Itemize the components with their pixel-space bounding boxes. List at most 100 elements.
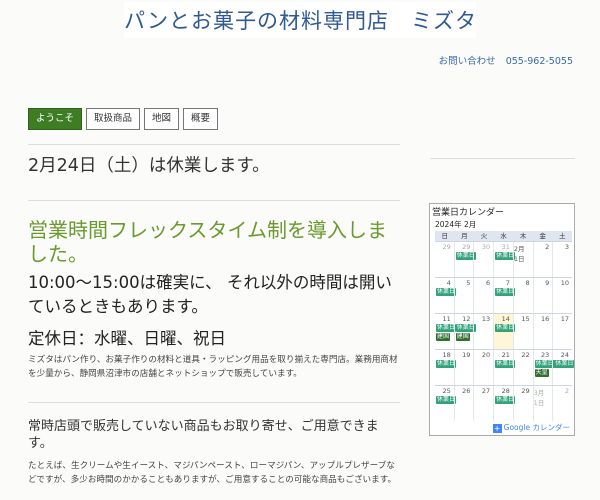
calendar-title: 営業日カレンダー bbox=[432, 208, 505, 218]
calendar-day[interactable]: 3月 1日 bbox=[532, 386, 553, 421]
contact-info: お問い合わせ 055-962-5055 bbox=[439, 53, 573, 67]
day-number: 16 bbox=[541, 315, 550, 323]
calendar-event[interactable]: 休業日 bbox=[554, 360, 575, 368]
day-number: 25 bbox=[442, 387, 451, 395]
calendar-day[interactable]: 27 bbox=[473, 386, 493, 421]
calendar-day[interactable]: 22 bbox=[512, 350, 533, 385]
tab-welcome[interactable]: ようこそ bbox=[28, 108, 83, 130]
weekday-label: 月 bbox=[461, 232, 468, 240]
calendar-event[interactable]: 建国 bbox=[436, 333, 451, 341]
calendar-day[interactable]: 2 bbox=[532, 242, 553, 277]
day-number: 29 bbox=[442, 243, 451, 251]
closed-days-text: 定休日：水曜、日曜、祝日 bbox=[28, 329, 226, 348]
day-number: 2月 1日 bbox=[513, 245, 525, 263]
calendar-event[interactable]: 天皇 bbox=[534, 369, 549, 377]
calendar-day[interactable]: 9 bbox=[532, 278, 553, 313]
weekday-label: 火 bbox=[480, 232, 488, 240]
calendar-day[interactable]: 31 休業日 bbox=[493, 242, 516, 277]
calendar-week: 25 休業日 26 27 28 休業日 29 3月 1日 2 bbox=[435, 385, 572, 421]
divider bbox=[28, 402, 400, 403]
calendar-day[interactable]: 4 休業日 bbox=[435, 278, 457, 313]
calendar-day[interactable]: 7 休業日 bbox=[493, 278, 516, 313]
site-title[interactable]: パンとお菓子の材料専門店 ミズタ bbox=[124, 5, 476, 35]
day-number: 11 bbox=[442, 315, 451, 323]
weekday-label: 金 bbox=[539, 232, 546, 240]
calendar-day[interactable]: 26 bbox=[453, 386, 474, 421]
calendar-day[interactable]: 29 休業日 bbox=[453, 242, 476, 277]
calendar-day[interactable]: 30 bbox=[473, 242, 493, 277]
calendar-day[interactable]: 3 bbox=[552, 242, 572, 277]
business-calendar: 営業日カレンダー 2024年 2月 日月火水木金土 29 29 休業日 30 31 休業日… bbox=[429, 203, 575, 436]
calendar-day[interactable]: 24 休業日 bbox=[552, 350, 575, 385]
calendar-day[interactable]: 12 休業日 建国 bbox=[453, 314, 476, 349]
day-number: 17 bbox=[560, 315, 570, 323]
tab-map[interactable]: 地図 bbox=[144, 108, 180, 130]
calendar-week: 29 29 休業日 30 31 休業日 2月 1日 2 3 bbox=[435, 241, 572, 277]
weekday-label: 木 bbox=[519, 232, 527, 240]
day-number: 23 bbox=[541, 351, 550, 359]
calendar-day[interactable]: 15 bbox=[512, 314, 533, 349]
calendar-day[interactable]: 21 休業日 bbox=[493, 350, 516, 385]
divider bbox=[28, 200, 400, 201]
contact-link[interactable]: お問い合わせ bbox=[439, 56, 496, 67]
tab-overview[interactable]: 概要 bbox=[183, 108, 219, 130]
nav-tabs: ようこそ 取扱商品 地図 概要 bbox=[28, 108, 219, 130]
calendar-day[interactable]: 19 bbox=[453, 350, 474, 385]
tab-products[interactable]: 取扱商品 bbox=[86, 108, 141, 130]
day-number: 2 bbox=[545, 243, 550, 251]
special-order-text: たとえば、生クリームや生イースト、マジパンペースト、ローマジパン、アップルプレザ… bbox=[28, 461, 397, 485]
calendar-month: 2024年 2月 bbox=[435, 220, 477, 229]
day-number: 6 bbox=[486, 279, 491, 287]
calendar-day[interactable]: 25 休業日 bbox=[435, 386, 457, 421]
day-number: 15 bbox=[521, 315, 530, 323]
weekday-header: 日月火水木金土 bbox=[435, 231, 572, 241]
shop-description: ミズタはパン作り、お菓子作りの材料と道具・ラッピング用品を取り揃えた専門店。業務… bbox=[28, 355, 398, 379]
calendar-grid: 日月火水木金土 29 29 休業日 30 31 休業日 2月 1日 2 3 4 休業日 5 6 7 休業日 8… bbox=[435, 231, 575, 421]
calendar-week: 11 休業日 建国 12 休業日 建国 13 14 休業日 15 16 17 bbox=[435, 313, 572, 349]
calendar-day[interactable]: 18 休業日 bbox=[435, 350, 457, 385]
calendar-day[interactable]: 2月 1日 bbox=[512, 242, 533, 277]
day-number: 5 bbox=[466, 279, 471, 287]
calendar-week: 18 休業日 19 20 21 休業日 22 23 休業日 天皇 24 休業日 bbox=[435, 349, 575, 385]
day-number: 27 bbox=[481, 387, 491, 395]
closure-notice: 2月24日（土）は休業します。 bbox=[28, 156, 270, 176]
site-banner: パンとお菓子の材料専門店 ミズタ bbox=[124, 2, 476, 38]
day-number: 3 bbox=[564, 243, 570, 251]
phone-number: 055-962-5055 bbox=[505, 56, 573, 67]
calendar-day[interactable]: 5 bbox=[453, 278, 474, 313]
day-number: 29 bbox=[521, 387, 530, 395]
calendar-day[interactable]: 10 bbox=[552, 278, 572, 313]
day-number: 3月 1日 bbox=[533, 389, 545, 407]
calendar-day[interactable]: 16 bbox=[532, 314, 553, 349]
calendar-day[interactable]: 20 bbox=[473, 350, 493, 385]
weekday-label: 水 bbox=[500, 232, 507, 240]
calendar-day[interactable]: 23 休業日 天皇 bbox=[532, 350, 555, 385]
day-number: 10 bbox=[560, 279, 570, 287]
day-number: 26 bbox=[462, 387, 471, 395]
divider bbox=[430, 158, 575, 159]
day-number: 14 bbox=[501, 315, 510, 323]
calendar-day[interactable]: 2 bbox=[552, 386, 572, 421]
day-number: 28 bbox=[501, 387, 510, 395]
calendar-day[interactable]: 28 休業日 bbox=[493, 386, 516, 421]
day-number: 4 bbox=[446, 279, 451, 287]
day-number: 30 bbox=[481, 243, 491, 251]
day-number: 24 bbox=[560, 351, 570, 359]
calendar-day[interactable]: 8 bbox=[512, 278, 533, 313]
google-calendar-link[interactable]: + Google カレンダー bbox=[492, 422, 570, 433]
calendar-day[interactable]: 29 bbox=[435, 242, 454, 277]
calendar-day[interactable]: 13 bbox=[473, 314, 493, 349]
calendar-event[interactable]: 建国 bbox=[455, 333, 470, 341]
calendar-day[interactable]: 11 休業日 建国 bbox=[435, 314, 457, 349]
google-calendar-label[interactable]: Google カレンダー bbox=[504, 423, 570, 432]
calendar-day[interactable]: 14 休業日 bbox=[493, 314, 516, 349]
calendar-day[interactable]: 29 bbox=[512, 386, 533, 421]
weekday-label: 日 bbox=[441, 232, 449, 240]
day-number: 29 bbox=[462, 243, 471, 251]
plus-icon[interactable]: + bbox=[492, 423, 502, 433]
day-number: 21 bbox=[501, 351, 510, 359]
business-hours-text: 10:00〜15:00は確実に、 それ以外の時間は開いているときもあります。 bbox=[28, 273, 392, 316]
calendar-day[interactable]: 6 bbox=[473, 278, 493, 313]
calendar-day[interactable]: 17 bbox=[552, 314, 572, 349]
divider bbox=[28, 144, 400, 145]
